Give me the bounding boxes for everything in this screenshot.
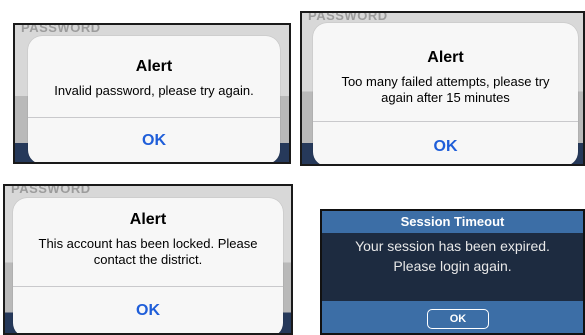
ok-button[interactable]: OK [28, 132, 280, 150]
session-message-line: Your session has been expired. [355, 238, 550, 254]
alert-account-locked-screen: PASSWORD Alert This account has been loc… [3, 184, 293, 335]
alert-dialog: Alert Invalid password, please try again… [28, 36, 280, 162]
alert-divider [313, 121, 578, 122]
alert-message-line: This account has been locked. Please [38, 236, 258, 251]
alert-message: This account has been locked. Please con… [21, 236, 275, 268]
session-timeout-dialog: Session Timeout Your session has been ex… [320, 209, 585, 335]
alert-title: Alert [129, 211, 167, 228]
session-timeout-message: Your session has been expired. Please lo… [322, 233, 583, 301]
ok-button[interactable]: OK [13, 302, 283, 320]
ok-button[interactable]: OK [313, 138, 578, 156]
alert-dialog: Alert Too many failed attempts, please t… [313, 23, 578, 164]
alert-title: Alert [135, 58, 173, 75]
alert-failed-attempts-screen: PASSWORD Alert Too many failed attempts,… [300, 11, 585, 166]
alert-message-line: contact the district. [93, 252, 203, 267]
alert-message-line: Too many failed attempts, please try [341, 74, 550, 89]
alert-invalid-password-screen: PASSWORD Alert Invalid password, please … [13, 23, 291, 164]
alert-message-line: again after 15 minutes [381, 90, 510, 105]
alert-message: Too many failed attempts, please try aga… [321, 74, 570, 106]
alert-divider [28, 117, 280, 118]
alert-dialog: Alert This account has been locked. Plea… [13, 198, 283, 333]
password-label-background: PASSWORD [11, 184, 91, 196]
alert-title: Alert [427, 49, 464, 66]
session-timeout-title: Session Timeout [322, 211, 583, 233]
session-message-line: Please login again. [393, 258, 512, 274]
alert-divider [13, 286, 283, 287]
password-label-background: PASSWORD [308, 11, 388, 23]
session-timeout-footer: OK [322, 301, 583, 333]
alert-message: Invalid password, please try again. [54, 83, 254, 98]
session-ok-button[interactable]: OK [427, 309, 489, 329]
password-label-background: PASSWORD [21, 23, 101, 35]
